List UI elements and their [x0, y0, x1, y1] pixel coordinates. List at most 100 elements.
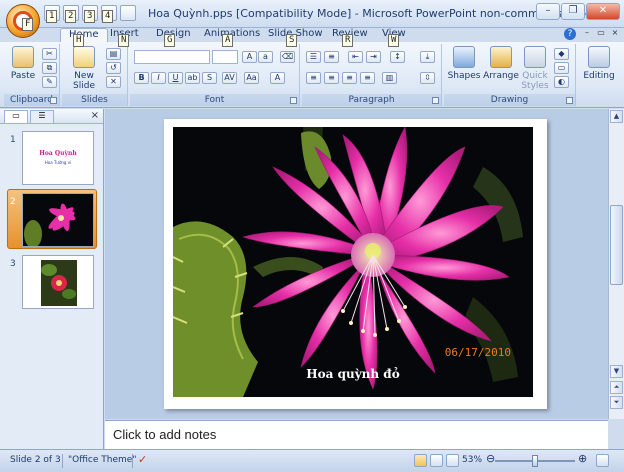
text-direction-icon[interactable]: ⤓ — [420, 51, 435, 63]
customize-qat-icon[interactable] — [120, 5, 136, 21]
outline-tab-icon[interactable]: ☰ — [30, 110, 54, 123]
new-slide-button[interactable]: New Slide — [66, 46, 102, 91]
justify-icon[interactable]: ≡ — [360, 72, 375, 84]
minimize-button[interactable]: – — [536, 3, 560, 20]
fit-to-window-icon[interactable] — [596, 454, 609, 467]
thumb-number-3: 3 — [10, 259, 16, 269]
italic-icon[interactable]: I — [151, 72, 166, 84]
ribbon-restore-icon[interactable]: ▭ — [596, 28, 606, 38]
shape-outline-icon[interactable]: ▭ — [554, 62, 569, 74]
slide-thumbnail-1[interactable]: Hoa Quỳnh Hoa Tường vi — [22, 131, 94, 185]
scroll-down-icon[interactable]: ▼ — [610, 365, 623, 378]
slide-thumbnail-2[interactable] — [22, 193, 94, 247]
layout-icon[interactable]: ▤ — [106, 48, 121, 60]
drawing-launcher-icon[interactable] — [566, 97, 573, 104]
shrink-font-icon[interactable]: a — [258, 51, 273, 63]
columns-icon[interactable]: ▥ — [382, 72, 397, 84]
line-spacing-icon[interactable]: ↕ — [390, 51, 405, 63]
shapes-icon — [453, 46, 475, 68]
slide-show-icon[interactable] — [446, 454, 459, 467]
scroll-thumb[interactable] — [610, 205, 623, 285]
shape-effects-icon[interactable]: ◐ — [554, 76, 569, 88]
copy-icon[interactable]: ⧉ — [42, 62, 57, 74]
reset-icon[interactable]: ↺ — [106, 62, 121, 74]
group-label-font: Font — [130, 94, 299, 106]
shape-fill-icon[interactable]: ◆ — [554, 48, 569, 60]
font-name-combo[interactable] — [134, 50, 210, 64]
ribbon-minimize-icon[interactable]: – — [582, 28, 592, 38]
clear-format-icon[interactable]: ⌫ — [280, 51, 295, 63]
previous-slide-icon[interactable]: ⏶ — [610, 381, 623, 394]
paste-button[interactable]: Paste — [8, 46, 38, 81]
thumb-1-subtitle: Hoa Tường vi — [44, 160, 72, 165]
thumb-number-2: 2 — [10, 197, 16, 207]
keytip-design: G — [164, 34, 176, 47]
shadow-icon[interactable]: S — [202, 72, 217, 84]
status-separator — [62, 454, 63, 468]
notes-pane[interactable]: Click to add notes — [105, 420, 608, 449]
paragraph-launcher-icon[interactable] — [432, 97, 439, 104]
vertical-scrollbar[interactable]: ▲ ▼ ⏶ ⏷ — [608, 109, 624, 419]
char-spacing-icon[interactable]: AV — [222, 72, 237, 84]
slide-thumbnail-3[interactable] — [22, 255, 94, 309]
zoom-level[interactable]: 53% — [462, 455, 482, 465]
decrease-indent-icon[interactable]: ⇤ — [348, 51, 363, 63]
bullets-icon[interactable]: ☰ — [306, 51, 321, 63]
numbering-icon[interactable]: ≡ — [324, 51, 339, 63]
group-font: A a ⌫ B I U ab S AV Aa A Font — [130, 44, 300, 106]
increase-indent-icon[interactable]: ⇥ — [366, 51, 381, 63]
slide-caption[interactable]: Hoa quỳnh đỏ — [173, 367, 533, 381]
delete-slide-icon[interactable]: ✕ — [106, 76, 121, 88]
spell-check-icon[interactable]: ✓ — [138, 453, 147, 466]
font-size-combo[interactable] — [212, 50, 238, 64]
quick-styles-icon — [524, 46, 546, 68]
keytip-slide-show: S — [286, 34, 298, 47]
new-slide-icon — [73, 46, 95, 68]
keytip-qat-4: 4 — [102, 10, 114, 23]
zoom-in-icon[interactable]: ⊕ — [578, 452, 587, 465]
scroll-up-icon[interactable]: ▲ — [610, 110, 623, 123]
restore-button[interactable]: ❐ — [561, 3, 585, 20]
ribbon-close-icon[interactable]: × — [610, 28, 620, 38]
align-right-icon[interactable]: ≡ — [342, 72, 357, 84]
align-text-icon[interactable]: ⇳ — [420, 72, 435, 84]
ribbon: Paste ✂ ⧉ ✎ Clipboard New Slide ▤ ↺ ✕ Sl… — [0, 42, 624, 108]
editing-label: Editing — [583, 71, 615, 81]
cut-icon[interactable]: ✂ — [42, 48, 57, 60]
pane-close-icon[interactable]: × — [91, 110, 99, 121]
status-bar: Slide 2 of 3 "Office Theme" ✓ 53% ⊖ ⊕ — [0, 449, 624, 472]
arrange-button[interactable]: Arrange — [482, 46, 520, 81]
font-launcher-icon[interactable] — [290, 97, 297, 104]
bold-icon[interactable]: B — [134, 72, 149, 84]
strikethrough-icon[interactable]: ab — [185, 72, 200, 84]
normal-view-icon[interactable] — [414, 454, 427, 467]
slides-tab-icon[interactable]: ▭ — [4, 110, 28, 123]
help-icon[interactable]: ? — [564, 28, 576, 40]
underline-icon[interactable]: U — [168, 72, 183, 84]
group-label-paragraph: Paragraph — [302, 94, 441, 106]
thumb-2-image — [23, 194, 93, 246]
keytip-animations: A — [222, 34, 234, 47]
slide-sorter-icon[interactable] — [430, 454, 443, 467]
slide-editor: 06/17/2010 Hoa quỳnh đỏ — [105, 109, 608, 419]
notes-placeholder[interactable]: Click to add notes — [113, 427, 216, 442]
close-button[interactable]: ✕ — [586, 3, 620, 20]
align-center-icon[interactable]: ≡ — [324, 72, 339, 84]
thumb-3-image — [23, 256, 93, 308]
editing-button[interactable]: Editing — [580, 46, 618, 81]
format-painter-icon[interactable]: ✎ — [42, 76, 57, 88]
binoculars-icon — [588, 46, 610, 68]
current-slide[interactable]: 06/17/2010 Hoa quỳnh đỏ — [164, 119, 547, 409]
font-color-icon[interactable]: A — [270, 72, 285, 84]
clipboard-launcher-icon[interactable] — [50, 97, 57, 104]
zoom-out-icon[interactable]: ⊖ — [486, 452, 495, 465]
next-slide-icon[interactable]: ⏷ — [610, 396, 623, 409]
align-left-icon[interactable]: ≡ — [306, 72, 321, 84]
grow-font-icon[interactable]: A — [242, 51, 257, 63]
change-case-icon[interactable]: Aa — [244, 72, 259, 84]
new-slide-label: New Slide — [73, 71, 95, 91]
shapes-button[interactable]: Shapes — [446, 46, 482, 81]
slide-photo[interactable]: 06/17/2010 Hoa quỳnh đỏ — [173, 127, 533, 397]
quick-styles-button[interactable]: Quick Styles — [520, 46, 550, 91]
zoom-slider-thumb[interactable] — [532, 455, 538, 467]
